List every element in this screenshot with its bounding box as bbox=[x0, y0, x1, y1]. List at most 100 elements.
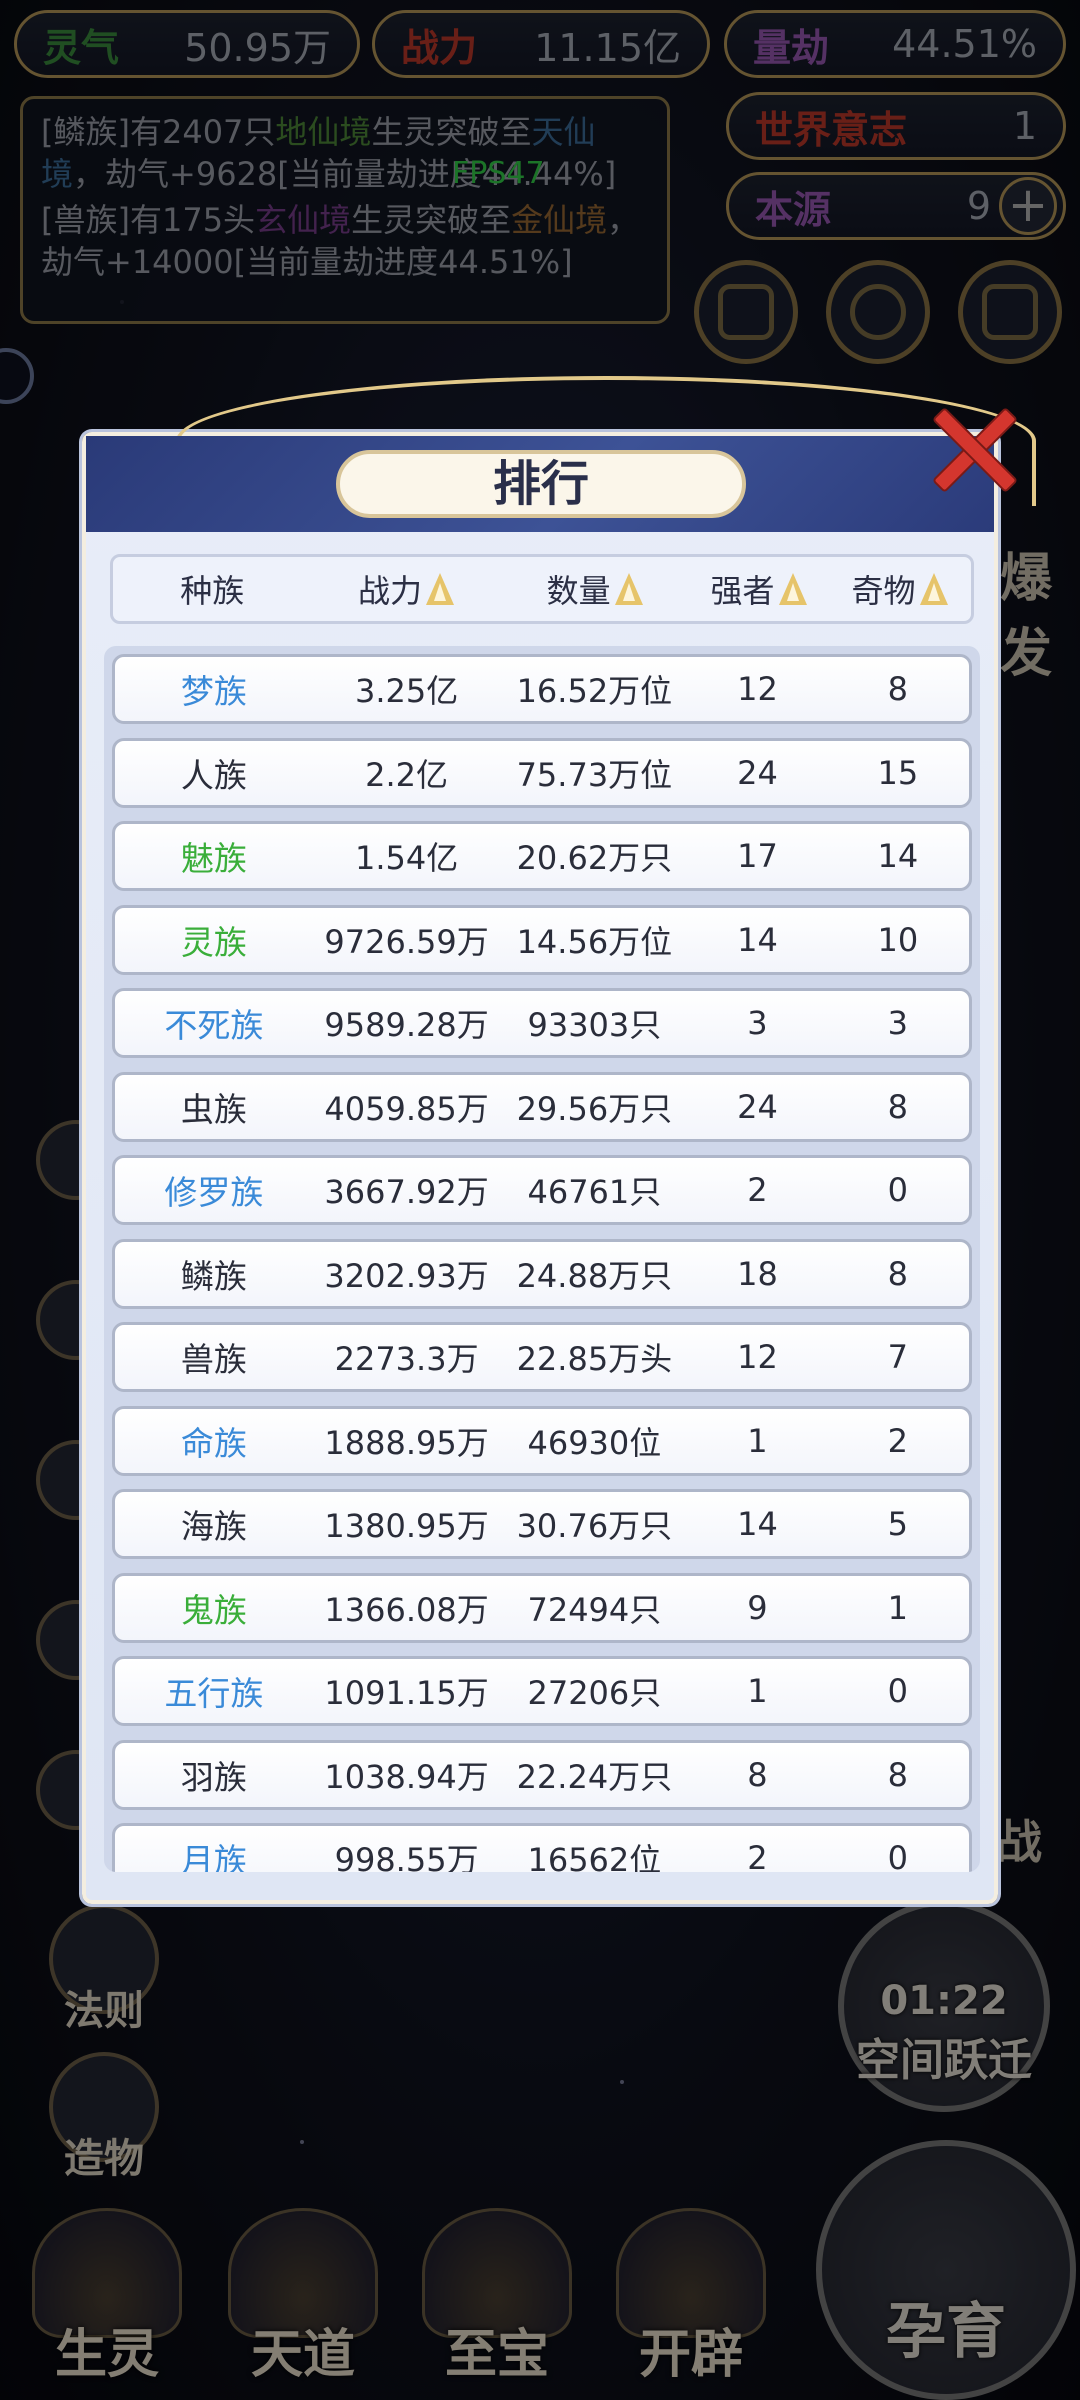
count-cell: 22.85万头 bbox=[516, 1340, 673, 1378]
table-header: 种族 战力 数量 强者 奇物 bbox=[110, 554, 974, 624]
strong-cell: 24 bbox=[737, 753, 778, 792]
power-cell: 3.25亿 bbox=[354, 672, 459, 710]
table-row[interactable]: 羽族 1038.94万 22.24万只 8 8 bbox=[112, 1739, 972, 1810]
strong-cell: 8 bbox=[747, 1755, 768, 1794]
race-cell: 灵族 bbox=[180, 922, 247, 962]
sort-arrow-icon bbox=[425, 573, 454, 605]
race-cell: 人族 bbox=[180, 755, 247, 795]
race-cell: 梦族 bbox=[180, 672, 247, 711]
count-cell: 22.24万只 bbox=[516, 1757, 673, 1796]
relics-cell: 0 bbox=[887, 1171, 908, 1209]
count-cell: 27206只 bbox=[527, 1674, 662, 1712]
relics-cell: 3 bbox=[887, 1004, 908, 1042]
count-cell: 14.56万位 bbox=[516, 922, 673, 961]
sort-by-strong[interactable]: 强者 bbox=[689, 566, 828, 612]
count-cell: 24.88万只 bbox=[516, 1256, 673, 1295]
sort-arrow-icon bbox=[778, 573, 807, 605]
table-row[interactable]: 魅族 1.54亿 20.62万只 17 14 bbox=[112, 821, 972, 891]
sort-by-power[interactable]: 战力 bbox=[312, 566, 501, 612]
count-cell: 75.73万位 bbox=[516, 755, 673, 794]
count-cell: 72494只 bbox=[527, 1590, 662, 1629]
relics-cell: 8 bbox=[887, 1755, 908, 1794]
relics-cell: 5 bbox=[887, 1505, 908, 1543]
table-row[interactable]: 兽族 2273.3万 22.85万头 12 7 bbox=[112, 1322, 972, 1392]
table-row[interactable]: 梦族 3.25亿 16.52万位 12 8 bbox=[112, 654, 972, 724]
count-cell: 30.76万只 bbox=[516, 1507, 673, 1545]
sort-arrow-icon bbox=[614, 573, 643, 605]
race-cell: 羽族 bbox=[180, 1757, 247, 1797]
race-cell: 不死族 bbox=[164, 1006, 264, 1045]
strong-cell: 3 bbox=[747, 1004, 768, 1042]
table-row[interactable]: 不死族 9589.28万 93303只 3 3 bbox=[112, 988, 972, 1058]
relics-cell: 8 bbox=[887, 670, 908, 708]
relics-cell: 10 bbox=[877, 920, 919, 959]
power-cell: 2273.3万 bbox=[334, 1340, 479, 1378]
power-cell: 3202.93万 bbox=[324, 1256, 489, 1295]
strong-cell: 18 bbox=[737, 1254, 778, 1293]
power-cell: 1038.94万 bbox=[324, 1757, 489, 1796]
count-cell: 20.62万只 bbox=[516, 839, 673, 877]
relics-cell: 2 bbox=[887, 1421, 908, 1460]
count-cell: 29.56万只 bbox=[516, 1089, 673, 1128]
table-row[interactable]: 海族 1380.95万 30.76万只 14 5 bbox=[112, 1489, 972, 1559]
table-row[interactable]: 五行族 1091.15万 27206只 1 0 bbox=[112, 1656, 972, 1726]
race-cell: 虫族 bbox=[180, 1089, 247, 1129]
table-row[interactable]: 月族 998.55万 16562位 2 0 bbox=[112, 1823, 972, 1872]
relics-cell: 8 bbox=[887, 1254, 908, 1293]
count-cell: 46761只 bbox=[527, 1173, 662, 1211]
count-cell: 16.52万位 bbox=[516, 672, 673, 710]
count-cell: 46930位 bbox=[527, 1423, 662, 1462]
race-cell: 海族 bbox=[180, 1507, 247, 1546]
power-cell: 1380.95万 bbox=[324, 1507, 489, 1545]
relics-cell: 15 bbox=[877, 753, 919, 792]
race-cell: 鳞族 bbox=[180, 1256, 247, 1296]
table-row[interactable]: 鳞族 3202.93万 24.88万只 18 8 bbox=[112, 1238, 972, 1309]
race-cell: 月族 bbox=[180, 1841, 247, 1872]
strong-cell: 24 bbox=[737, 1087, 778, 1126]
power-cell: 9589.28万 bbox=[324, 1006, 489, 1044]
relics-cell: 8 bbox=[887, 1087, 908, 1126]
table-row[interactable]: 人族 2.2亿 75.73万位 24 15 bbox=[112, 737, 972, 808]
sort-arrow-icon bbox=[919, 573, 948, 605]
close-button[interactable] bbox=[922, 398, 1022, 498]
table-row[interactable]: 鬼族 1366.08万 72494只 9 1 bbox=[112, 1572, 972, 1643]
ranking-dialog: 排行 种族 战力 数量 强者 奇物 梦族 3.25亿 16.52万位 12 8 人族 2.2… bbox=[82, 376, 1036, 1904]
table-row[interactable]: 灵族 9726.59万 14.56万位 14 10 bbox=[112, 904, 972, 975]
race-cell: 五行族 bbox=[164, 1674, 264, 1713]
sort-by-count[interactable]: 数量 bbox=[500, 566, 689, 612]
power-cell: 2.2亿 bbox=[365, 755, 449, 794]
relics-cell: 1 bbox=[887, 1588, 908, 1627]
power-cell: 9726.59万 bbox=[324, 922, 489, 961]
power-cell: 4059.85万 bbox=[324, 1089, 489, 1128]
power-cell: 998.55万 bbox=[334, 1841, 479, 1872]
race-cell: 魅族 bbox=[180, 839, 247, 878]
power-cell: 1.54亿 bbox=[354, 839, 459, 877]
strong-cell: 12 bbox=[737, 670, 778, 708]
strong-cell: 14 bbox=[737, 920, 778, 959]
table-row[interactable]: 命族 1888.95万 46930位 1 2 bbox=[112, 1405, 972, 1476]
strong-cell: 17 bbox=[737, 837, 778, 875]
power-cell: 1091.15万 bbox=[324, 1674, 489, 1712]
strong-cell: 1 bbox=[747, 1421, 768, 1460]
count-cell: 16562位 bbox=[527, 1841, 662, 1872]
header-race: 种族 bbox=[180, 572, 245, 610]
sort-by-relics[interactable]: 奇物 bbox=[828, 566, 971, 612]
relics-cell: 14 bbox=[877, 837, 919, 875]
strong-cell: 1 bbox=[747, 1672, 768, 1710]
table-row[interactable]: 虫族 4059.85万 29.56万只 24 8 bbox=[112, 1071, 972, 1142]
race-cell: 鬼族 bbox=[180, 1590, 247, 1630]
strong-cell: 2 bbox=[747, 1839, 768, 1872]
power-cell: 3667.92万 bbox=[324, 1173, 489, 1211]
dialog-title: 排行 bbox=[336, 450, 746, 518]
table-row[interactable]: 修罗族 3667.92万 46761只 2 0 bbox=[112, 1155, 972, 1225]
strong-cell: 9 bbox=[747, 1588, 768, 1627]
relics-cell: 7 bbox=[887, 1338, 908, 1376]
race-cell: 兽族 bbox=[180, 1340, 247, 1379]
strong-cell: 2 bbox=[747, 1171, 768, 1209]
ranking-list[interactable]: 梦族 3.25亿 16.52万位 12 8 人族 2.2亿 75.73万位 24 15 魅族 1.54… bbox=[104, 646, 980, 1872]
power-cell: 1366.08万 bbox=[324, 1590, 489, 1629]
count-cell: 93303只 bbox=[527, 1006, 662, 1044]
strong-cell: 12 bbox=[737, 1338, 778, 1376]
race-cell: 修罗族 bbox=[164, 1173, 264, 1212]
strong-cell: 14 bbox=[737, 1505, 778, 1543]
